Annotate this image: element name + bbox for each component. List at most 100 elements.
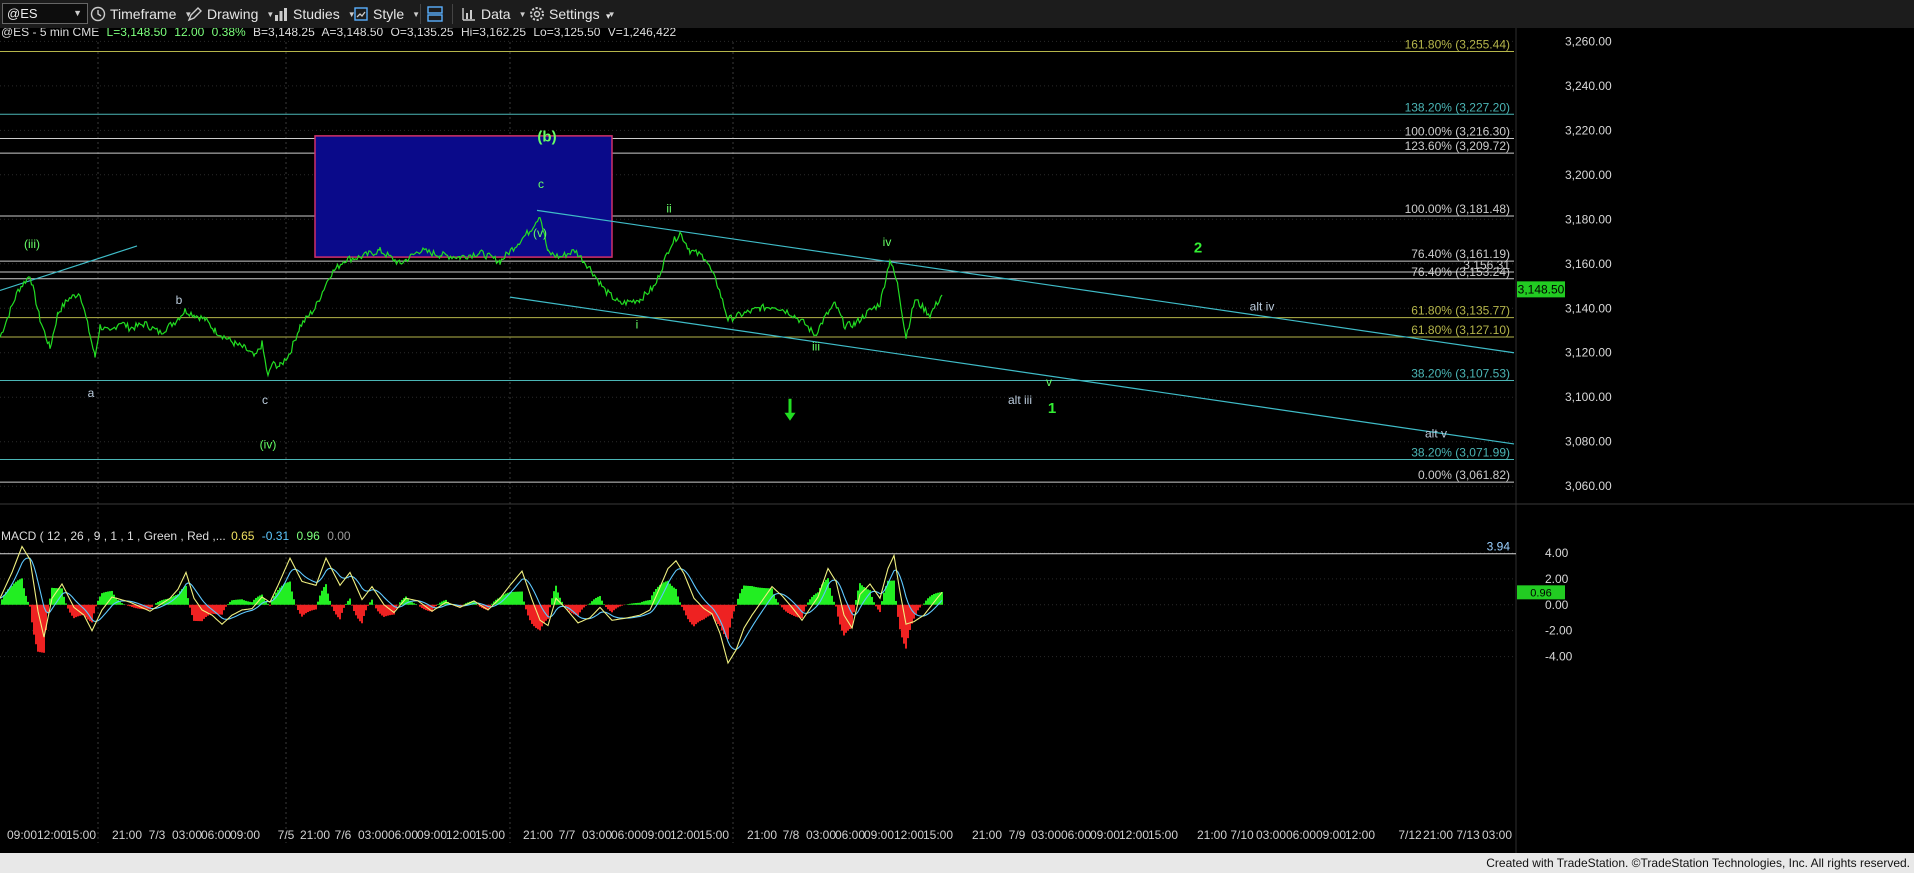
time-tick-label: 21:00 bbox=[1197, 828, 1227, 842]
histogram-bar bbox=[925, 600, 927, 605]
symbol-selector[interactable]: @ES ▼ bbox=[2, 3, 88, 24]
histogram-bar bbox=[313, 604, 315, 610]
style-icon bbox=[354, 7, 368, 21]
layout-button[interactable] bbox=[427, 4, 447, 24]
histogram-bar bbox=[321, 590, 323, 605]
histogram-bar bbox=[839, 604, 841, 625]
histogram-bar bbox=[689, 604, 691, 623]
chart-canvas[interactable]: 161.80% (3,255.44) 138.20% (3,227.20) 100.… bbox=[0, 28, 1914, 853]
histogram-bar bbox=[193, 604, 195, 621]
histogram-bar bbox=[351, 604, 353, 606]
time-tick-label: 7/10 bbox=[1230, 828, 1254, 842]
histogram-bar bbox=[349, 598, 351, 605]
histogram-bar bbox=[217, 604, 219, 615]
histogram-bar bbox=[881, 601, 883, 605]
wave-label: (iii) bbox=[24, 237, 40, 251]
time-tick-label: 06:00 bbox=[611, 828, 641, 842]
histogram-bar bbox=[305, 604, 307, 614]
histogram-bar bbox=[599, 596, 601, 605]
histogram-bar bbox=[831, 595, 833, 605]
histogram-bar bbox=[525, 604, 527, 610]
histogram-bar bbox=[755, 587, 757, 605]
time-tick-label: 21:00 bbox=[1423, 828, 1453, 842]
style-button[interactable]: Style ▼ bbox=[353, 4, 420, 24]
histogram-bar bbox=[357, 604, 359, 619]
histogram-bar bbox=[739, 593, 741, 605]
histogram-bar bbox=[643, 601, 645, 605]
histogram-bar bbox=[695, 604, 697, 625]
histogram-bar bbox=[757, 587, 759, 605]
settings-button[interactable]: Settings ▼ bbox=[529, 4, 616, 24]
time-tick-label: 7/8 bbox=[783, 828, 800, 842]
time-tick-label: 21:00 bbox=[523, 828, 553, 842]
histogram-bar bbox=[205, 604, 207, 618]
histogram-bar bbox=[901, 604, 903, 638]
histogram-bar bbox=[253, 599, 255, 605]
histogram-bar bbox=[307, 604, 309, 613]
macd-tick-label: 2.00 bbox=[1545, 572, 1569, 586]
histogram-bar bbox=[65, 603, 67, 605]
histogram-bar bbox=[635, 603, 637, 605]
wave-label: 2 bbox=[1194, 240, 1202, 257]
histogram-bar bbox=[921, 604, 923, 606]
histogram-bar bbox=[239, 599, 241, 605]
histogram-bar bbox=[327, 593, 329, 605]
timeframe-button[interactable]: Timeframe ▼ bbox=[90, 4, 192, 24]
fib-level-label: 38.20% (3,071.99) bbox=[1411, 446, 1510, 460]
histogram-bar bbox=[803, 604, 805, 612]
histogram-bar bbox=[619, 604, 621, 607]
histogram-bar bbox=[877, 604, 879, 610]
histogram-bar bbox=[275, 592, 277, 605]
toolbar-overflow-icon[interactable]: ▾ bbox=[606, 6, 611, 26]
histogram-bar bbox=[705, 604, 707, 618]
histogram-bar bbox=[127, 604, 129, 606]
macd-tick-label: -4.00 bbox=[1545, 650, 1573, 664]
histogram-bar bbox=[551, 598, 553, 605]
histogram-bar bbox=[583, 604, 585, 608]
histogram-bar bbox=[289, 581, 291, 605]
histogram-bar bbox=[833, 601, 835, 605]
histogram-bar bbox=[439, 602, 441, 605]
histogram-bar bbox=[491, 603, 493, 605]
histogram-bar bbox=[753, 586, 755, 605]
chevron-down-icon: ▼ bbox=[73, 8, 82, 18]
data-button[interactable]: Data ▼ bbox=[461, 4, 527, 24]
wave-label: c bbox=[538, 177, 544, 191]
histogram-bar bbox=[25, 595, 27, 605]
histogram-bar bbox=[31, 604, 33, 623]
time-tick-label: 09:00 bbox=[1090, 828, 1120, 842]
time-tick-label: 12:00 bbox=[446, 828, 476, 842]
histogram-bar bbox=[359, 604, 361, 622]
histogram-bar bbox=[927, 598, 929, 605]
fib-level-label: 123.60% (3,209.72) bbox=[1405, 139, 1510, 153]
header-ask: A=3,148.50 bbox=[321, 28, 383, 39]
histogram-bar bbox=[629, 603, 631, 605]
settings-label: Settings bbox=[549, 6, 600, 22]
histogram-bar bbox=[361, 604, 363, 624]
histogram-bar bbox=[905, 604, 907, 649]
histogram-bar bbox=[119, 601, 121, 605]
histogram-bar bbox=[225, 604, 227, 607]
histogram-bar bbox=[341, 604, 343, 613]
histogram-bar bbox=[133, 604, 135, 608]
histogram-bar bbox=[699, 604, 701, 622]
histogram-bar bbox=[97, 600, 99, 605]
histogram-bar bbox=[371, 599, 373, 605]
time-tick-label: 12:00 bbox=[1119, 828, 1149, 842]
drawing-button[interactable]: Drawing ▼ bbox=[187, 4, 274, 24]
histogram-bar bbox=[17, 580, 19, 605]
histogram-bar bbox=[605, 604, 607, 608]
studies-button[interactable]: Studies ▼ bbox=[273, 4, 356, 24]
histogram-bar bbox=[267, 603, 269, 605]
price-tick-label: 3,140.00 bbox=[1565, 301, 1612, 315]
histogram-bar bbox=[843, 604, 845, 636]
target-box bbox=[314, 135, 613, 258]
header-open: O=3,135.25 bbox=[391, 28, 454, 39]
histogram-bar bbox=[523, 601, 525, 605]
histogram-bar bbox=[347, 600, 349, 605]
histogram-bar bbox=[1, 599, 3, 605]
wave-label: alt v bbox=[1425, 426, 1447, 440]
time-tick-label: 09:00 bbox=[1316, 828, 1346, 842]
wave-label: iii bbox=[812, 340, 820, 354]
histogram-bar bbox=[367, 604, 369, 606]
